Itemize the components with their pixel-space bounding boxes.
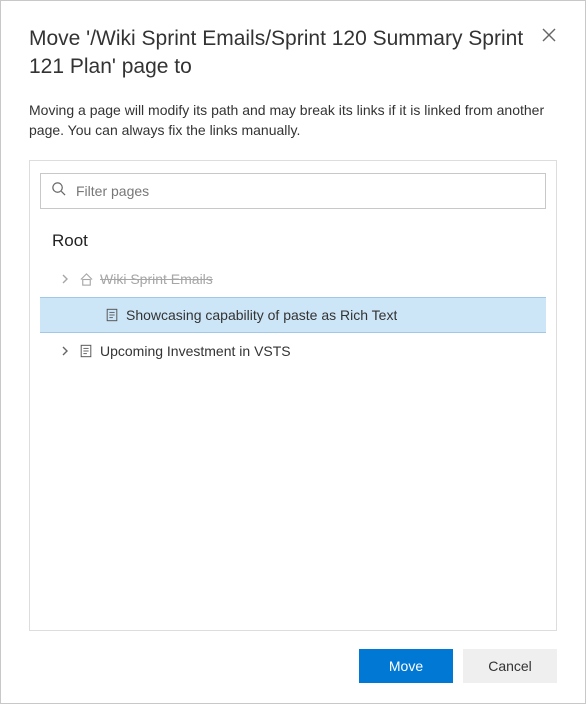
chevron-right-icon — [58, 272, 72, 286]
dialog-description: Moving a page will modify its path and m… — [29, 100, 557, 141]
tree-panel: Root Wiki Sprint Emails — [29, 160, 557, 631]
home-icon — [78, 271, 94, 287]
page-tree: Wiki Sprint Emails Showcasing capability… — [40, 261, 546, 620]
dialog-footer: Move Cancel — [29, 631, 557, 683]
tree-node-label: Wiki Sprint Emails — [100, 271, 213, 287]
move-button[interactable]: Move — [359, 649, 453, 683]
tree-root-label: Root — [40, 227, 546, 261]
tree-node-upcoming-investment-vsts[interactable]: Upcoming Investment in VSTS — [40, 333, 546, 369]
chevron-right-icon — [58, 344, 72, 358]
tree-node-showcasing-paste-rich-text[interactable]: Showcasing capability of paste as Rich T… — [40, 297, 546, 333]
filter-pages-wrap[interactable] — [40, 173, 546, 209]
dialog-title: Move '/Wiki Sprint Emails/Sprint 120 Sum… — [29, 25, 525, 82]
move-page-dialog: Move '/Wiki Sprint Emails/Sprint 120 Sum… — [0, 0, 586, 704]
filter-pages-input[interactable] — [74, 182, 535, 200]
page-icon — [104, 307, 120, 323]
tree-node-label: Upcoming Investment in VSTS — [100, 343, 291, 359]
page-icon — [78, 343, 94, 359]
close-button[interactable] — [535, 21, 563, 49]
cancel-button[interactable]: Cancel — [463, 649, 557, 683]
search-icon — [51, 181, 66, 201]
tree-node-label: Showcasing capability of paste as Rich T… — [126, 307, 397, 323]
close-icon — [542, 28, 556, 42]
tree-node-wiki-sprint-emails[interactable]: Wiki Sprint Emails — [40, 261, 546, 297]
